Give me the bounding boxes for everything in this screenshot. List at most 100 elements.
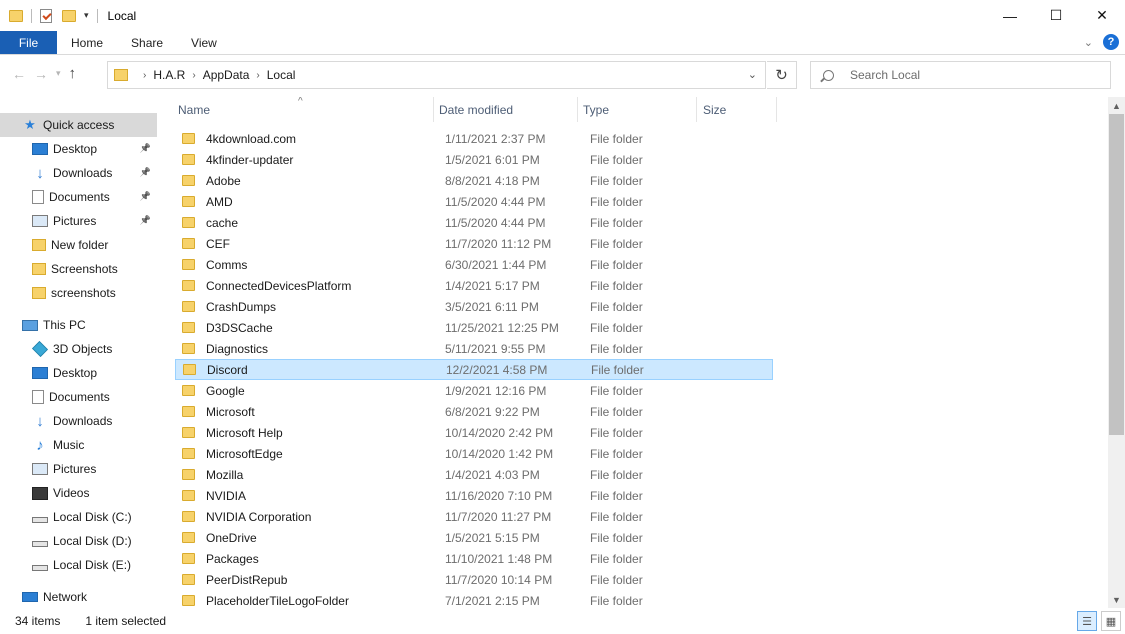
table-row[interactable]: Google 1/9/2021 12:16 PM File folder	[175, 380, 773, 401]
column-header-date-modified[interactable]: Date modified	[439, 97, 577, 122]
forward-arrow-icon[interactable]: →	[34, 66, 48, 82]
scroll-down-arrow-icon[interactable]: ▼	[1108, 591, 1125, 608]
breadcrumb-chevron-icon[interactable]: ›	[192, 70, 195, 81]
nav-item[interactable]: Local Disk (C:)	[0, 505, 157, 529]
file-date-modified: 11/10/2021 1:48 PM	[445, 551, 553, 566]
nav-item[interactable]: Documents 📌	[0, 185, 157, 209]
scroll-up-arrow-icon[interactable]: ▲	[1108, 97, 1125, 114]
address-dropdown-chevron-icon[interactable]: ⌄	[748, 68, 757, 81]
table-row[interactable]: PeerDistRepub 11/7/2020 10:14 PM File fold…	[175, 569, 773, 590]
file-date-modified: 8/8/2021 4:18 PM	[445, 173, 540, 188]
column-divider[interactable]	[696, 97, 697, 122]
breadcrumb-chevron-icon[interactable]: ›	[256, 70, 259, 81]
nav-item-label: screenshots	[51, 286, 116, 300]
table-row[interactable]: Discord 12/2/2021 4:58 PM File folder	[175, 359, 773, 380]
table-row[interactable]: CrashDumps 3/5/2021 6:11 PM File folder	[175, 296, 773, 317]
close-button[interactable]: ✕	[1079, 0, 1125, 31]
file-name: Mozilla	[206, 467, 244, 482]
tab-view[interactable]: View	[177, 31, 231, 54]
column-header-size[interactable]: Size	[703, 97, 776, 122]
table-row[interactable]: ConnectedDevicesPlatform 1/4/2021 5:17 PM…	[175, 275, 773, 296]
breadcrumb-local[interactable]: Local	[267, 68, 296, 82]
nav-item[interactable]: ↓ Downloads 📌	[0, 161, 157, 185]
file-type: File folder	[590, 446, 643, 461]
minimize-button[interactable]: —	[987, 0, 1033, 31]
search-box[interactable]: Search Local	[810, 61, 1111, 89]
table-row[interactable]: AMD 11/5/2020 4:44 PM File folder	[175, 191, 773, 212]
table-row[interactable]: 4kfinder-updater 1/5/2021 6:01 PM File fol…	[175, 149, 773, 170]
properties-icon[interactable]	[40, 8, 52, 23]
address-bar[interactable]: › H.A.R › AppData › Local ⌄	[107, 61, 766, 89]
table-row[interactable]: OneDrive 1/5/2021 5:15 PM File folder	[175, 527, 773, 548]
table-row[interactable]: Microsoft 6/8/2021 9:22 PM File folder	[175, 401, 773, 422]
ribbon-tabs: File Home Share View ⌄ ?	[0, 31, 1125, 55]
table-row[interactable]: cache 11/5/2020 4:44 PM File folder	[175, 212, 773, 233]
table-row[interactable]: NVIDIA 11/16/2020 7:10 PM File folder	[175, 485, 773, 506]
nav-item[interactable]: Videos	[0, 481, 157, 505]
table-row[interactable]: Adobe 8/8/2021 4:18 PM File folder	[175, 170, 773, 191]
up-arrow-icon[interactable]: ↑	[69, 65, 77, 82]
column-divider[interactable]	[776, 97, 777, 122]
tab-home[interactable]: Home	[57, 31, 117, 54]
nav-item[interactable]: ♪ Music	[0, 433, 157, 457]
nav-item[interactable]: Pictures	[0, 457, 157, 481]
folder-icon	[182, 133, 195, 144]
maximize-button[interactable]: ☐	[1033, 0, 1079, 31]
refresh-icon[interactable]: ↻	[767, 61, 797, 89]
help-icon[interactable]: ?	[1103, 34, 1119, 50]
table-row[interactable]: NVIDIA Corporation 11/7/2020 11:27 PM File…	[175, 506, 773, 527]
recent-locations-chevron-icon[interactable]: ▾	[56, 68, 61, 79]
search-input[interactable]: Search Local	[850, 68, 920, 82]
details-view-icon[interactable]: ☰	[1077, 611, 1097, 631]
file-type: File folder	[590, 551, 643, 566]
nav-item[interactable]: screenshots	[0, 281, 157, 305]
nav-item[interactable]: Documents	[0, 385, 157, 409]
large-icons-view-icon[interactable]: ▦	[1101, 611, 1121, 631]
nav-item[interactable]: Desktop 📌	[0, 137, 157, 161]
nav-item-label: Desktop	[53, 366, 98, 380]
file-date-modified: 1/5/2021 5:15 PM	[445, 530, 540, 545]
column-header-type[interactable]: Type	[583, 97, 696, 122]
customize-toolbar-chevron-icon[interactable]: ▾	[84, 10, 89, 21]
nav-item[interactable]: 3D Objects	[0, 337, 157, 361]
breadcrumb-appdata[interactable]: AppData	[203, 68, 250, 82]
back-arrow-icon[interactable]: ←	[12, 66, 26, 82]
nav-item[interactable]: New folder	[0, 233, 157, 257]
new-folder-icon[interactable]	[62, 9, 76, 22]
table-row[interactable]: 4kdownload.com 1/11/2021 2:37 PM File fold…	[175, 128, 773, 149]
table-row[interactable]: PlaceholderTileLogoFolder 7/1/2021 2:15 P…	[175, 590, 773, 608]
breadcrumb-har[interactable]: H.A.R	[153, 68, 185, 82]
nav-item[interactable]: Desktop	[0, 361, 157, 385]
pin-icon[interactable]: 📌	[140, 191, 151, 202]
nav-item[interactable]: Pictures 📌	[0, 209, 157, 233]
pin-icon[interactable]: 📌	[140, 143, 151, 154]
table-row[interactable]: Packages 11/10/2021 1:48 PM File folder	[175, 548, 773, 569]
vertical-scrollbar[interactable]: ▲ ▼	[1108, 97, 1125, 608]
nav-item[interactable]: ★ Quick access	[0, 113, 157, 137]
column-divider[interactable]	[577, 97, 578, 122]
scrollbar-thumb[interactable]	[1109, 114, 1124, 435]
file-name: Packages	[206, 551, 259, 566]
pin-icon[interactable]: 📌	[140, 167, 151, 178]
tab-file[interactable]: File	[0, 31, 57, 54]
breadcrumb-chevron-icon[interactable]: ›	[143, 70, 146, 81]
table-row[interactable]: Comms 6/30/2021 1:44 PM File folder	[175, 254, 773, 275]
expand-ribbon-chevron-icon[interactable]: ⌄	[1084, 36, 1093, 49]
pin-icon[interactable]: 📌	[140, 215, 151, 226]
nav-item[interactable]: Local Disk (D:)	[0, 529, 157, 553]
tab-share[interactable]: Share	[117, 31, 177, 54]
nav-item[interactable]: ↓ Downloads	[0, 409, 157, 433]
table-row[interactable]: Diagnostics 5/11/2021 9:55 PM File folder	[175, 338, 773, 359]
nav-item[interactable]: This PC	[0, 313, 157, 337]
file-name: CEF	[206, 236, 230, 251]
table-row[interactable]: D3DSCache 11/25/2021 12:25 PM File folder	[175, 317, 773, 338]
column-header-name[interactable]: Name	[178, 97, 433, 122]
nav-item[interactable]: Local Disk (E:)	[0, 553, 157, 577]
nav-item[interactable]: Network	[0, 585, 157, 608]
table-row[interactable]: CEF 11/7/2020 11:12 PM File folder	[175, 233, 773, 254]
column-divider[interactable]	[433, 97, 434, 122]
nav-item[interactable]: Screenshots	[0, 257, 157, 281]
table-row[interactable]: MicrosoftEdge 10/14/2020 1:42 PM File fold…	[175, 443, 773, 464]
table-row[interactable]: Microsoft Help 10/14/2020 2:42 PM File fol…	[175, 422, 773, 443]
table-row[interactable]: Mozilla 1/4/2021 4:03 PM File folder	[175, 464, 773, 485]
